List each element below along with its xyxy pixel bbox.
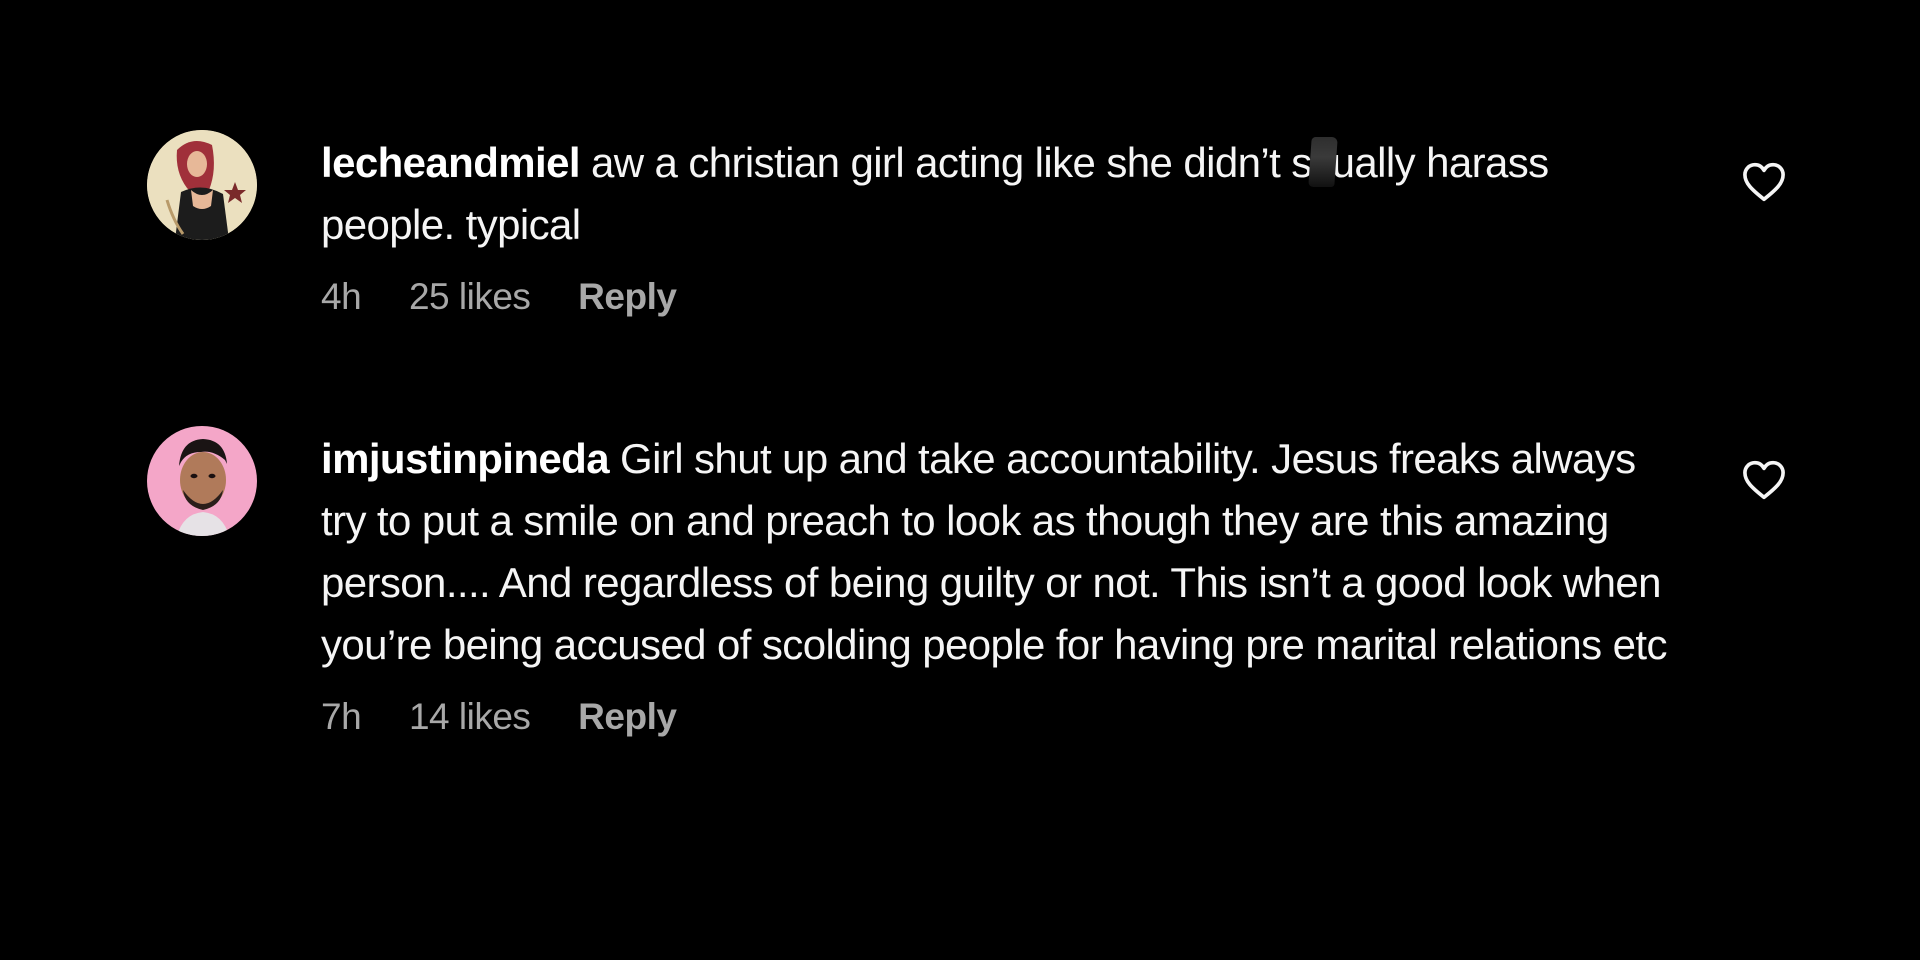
avatar[interactable] — [147, 130, 257, 240]
comment-timestamp: 4h — [321, 276, 362, 317]
comment-body: lecheandmiel aw a christian girl acting … — [321, 132, 1691, 318]
censor-smudge — [1307, 137, 1338, 187]
comment-likes-count[interactable]: 25 likes — [409, 276, 531, 317]
reply-button[interactable]: Reply — [578, 696, 677, 737]
comment-username[interactable]: imjustinpineda — [321, 435, 610, 482]
comment-username[interactable]: lecheandmiel — [321, 139, 581, 186]
comment-text: imjustinpineda Girl shut up and take acc… — [321, 428, 1691, 676]
heart-icon[interactable] — [1742, 460, 1786, 500]
avatar-illustration-icon — [147, 130, 257, 240]
avatar[interactable] — [147, 426, 257, 536]
comment-meta: 7h 14 likes Reply — [321, 696, 1691, 738]
comment-text: lecheandmiel aw a christian girl acting … — [321, 132, 1691, 256]
comment-body: imjustinpineda Girl shut up and take acc… — [321, 428, 1691, 738]
reply-button[interactable]: Reply — [578, 276, 677, 317]
comment-timestamp: 7h — [321, 696, 362, 737]
comment-likes-count[interactable]: 14 likes — [409, 696, 531, 737]
avatar-photo-icon — [147, 426, 257, 536]
comment-meta: 4h 25 likes Reply — [321, 276, 1691, 318]
comment-text-part: aw a christian girl acting like she didn… — [591, 139, 1312, 186]
heart-icon[interactable] — [1742, 162, 1786, 202]
